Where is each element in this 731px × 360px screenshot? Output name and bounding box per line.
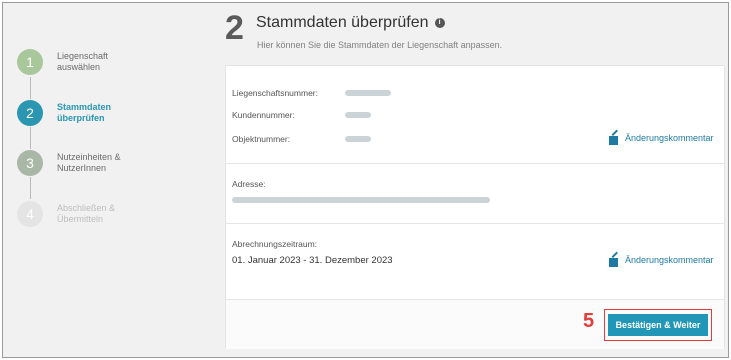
step-number-badge: 1 <box>17 49 43 75</box>
edit-icon <box>609 256 619 267</box>
abrechnungszeitraum-label: Abrechnungszeitraum: <box>232 239 318 249</box>
liegenschaftsnummer-label: Liegenschaftsnummer: <box>232 88 318 98</box>
stepper-connector <box>30 127 31 149</box>
change-comment-link-1[interactable]: Änderungskommentar <box>609 133 714 145</box>
liegenschaftsnummer-value-redacted <box>345 90 391 96</box>
step-label: Abschließen & Übermitteln <box>57 203 116 224</box>
objektnummer-label: Objektnummer: <box>232 134 291 144</box>
step-3[interactable]: 3 Nutzeinheiten & NutzerInnen <box>17 150 121 176</box>
wizard-stepper: 1 Liegenschaft auswählen 2 Stammdaten üb… <box>3 3 208 357</box>
page-title: Stammdaten überprüfen i <box>256 14 445 32</box>
step-1[interactable]: 1 Liegenschaft auswählen <box>17 49 108 75</box>
step-label: Stammdaten überprüfen <box>57 102 112 123</box>
change-comment-link-2[interactable]: Änderungskommentar <box>609 255 714 267</box>
confirm-and-continue-button[interactable]: Bestätigen & Weiter <box>608 314 708 336</box>
stepper-connector <box>30 77 31 99</box>
stepper-connector <box>30 177 31 199</box>
step-label: Nutzeinheiten & NutzerInnen <box>57 152 121 173</box>
adresse-label: Adresse: <box>232 179 266 189</box>
edit-icon <box>609 134 619 145</box>
step-number-badge: 3 <box>17 150 43 176</box>
divider <box>226 163 724 164</box>
card-footer: 5 Bestätigen & Weiter <box>226 300 724 349</box>
abrechnungszeitraum-value: 01. Januar 2023 - 31. Dezember 2023 <box>232 255 393 266</box>
kundennummer-label: Kundennummer: <box>232 110 295 120</box>
page-subtitle: Hier können Sie die Stammdaten der Liege… <box>257 40 503 50</box>
adresse-value-redacted <box>232 197 490 203</box>
annotation-step-marker: 5 <box>583 310 595 332</box>
step-label: Liegenschaft auswählen <box>57 51 109 72</box>
info-icon[interactable]: i <box>434 18 445 28</box>
step-number-badge: 2 <box>17 100 43 126</box>
objektnummer-value-redacted <box>345 136 371 142</box>
app-frame: 1 Liegenschaft auswählen 2 Stammdaten üb… <box>2 2 729 358</box>
step-2[interactable]: 2 Stammdaten überprüfen <box>17 100 111 126</box>
step-number-badge: 4 <box>17 201 43 227</box>
current-step-number: 2 <box>225 9 244 47</box>
stammdaten-card: Liegenschaftsnummer: Kundennummer: Objek… <box>225 65 725 349</box>
kundennummer-value-redacted <box>345 112 371 118</box>
step-4: 4 Abschließen & Übermitteln <box>17 201 115 227</box>
divider <box>226 223 724 224</box>
